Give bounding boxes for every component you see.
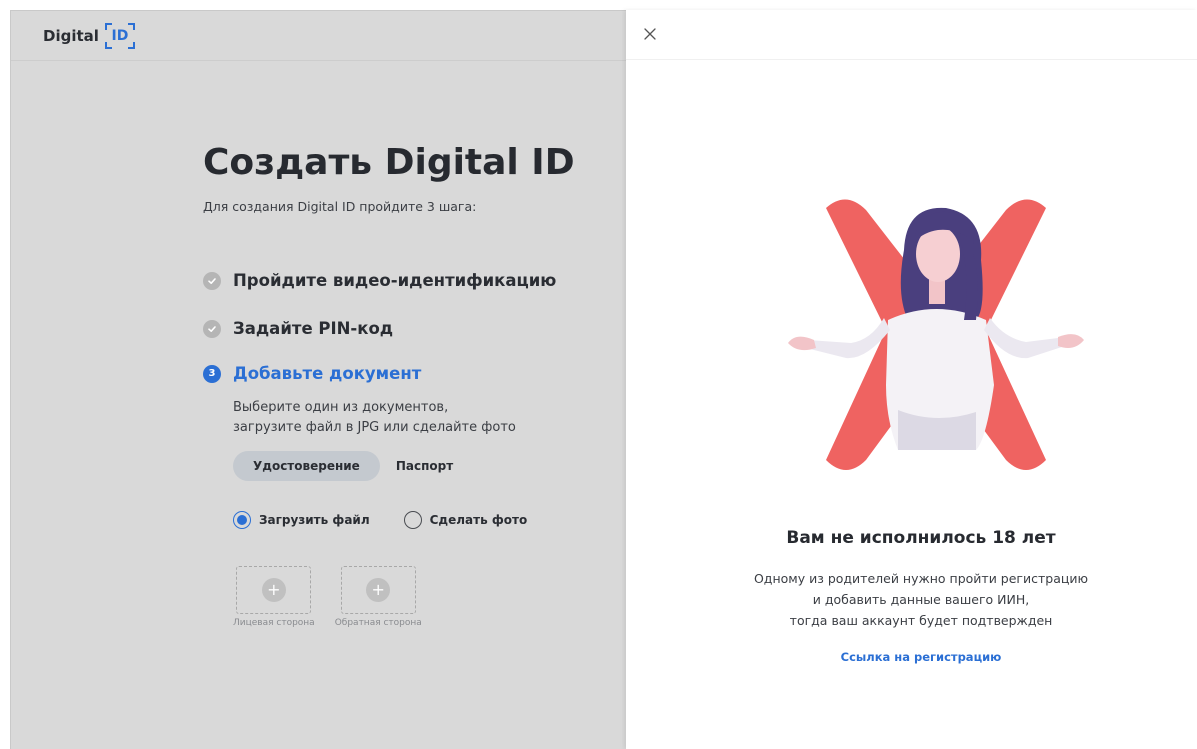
step-label: Добавьте документ: [233, 364, 422, 383]
modal-title: Вам не исполнилось 18 лет: [786, 528, 1056, 548]
step-number-badge: 3: [203, 364, 221, 383]
frame-edge: [0, 0, 10, 749]
upload-front-side: + Лицевая сторона: [233, 566, 315, 628]
page-title: Создать Digital ID: [203, 142, 575, 183]
registration-link[interactable]: Ссылка на регистрацию: [626, 650, 1197, 664]
step-add-document: 3 Добавьте документ: [203, 364, 421, 383]
frame-edge: [0, 0, 1197, 10]
logo-bracket-icon: ID: [104, 23, 135, 49]
step-label: Пройдите видео-идентификацию: [233, 271, 557, 290]
radio-take-photo[interactable]: Сделать фото: [403, 511, 528, 529]
tab-passport[interactable]: Паспорт: [380, 451, 469, 481]
radio-label: Сделать фото: [429, 513, 528, 527]
radio-upload-file[interactable]: Загрузить файл: [233, 511, 370, 529]
radio-label: Загрузить файл: [259, 513, 370, 527]
check-icon: [203, 271, 221, 290]
modal-message: Одному из родителей нужно пройти регистр…: [626, 568, 1197, 631]
upload-back-side: + Обратная сторона: [335, 566, 422, 628]
app-background: Digital ID Создать Digital ID Для создан…: [10, 10, 627, 749]
document-type-tabs: Удостоверение Паспорт: [233, 451, 469, 481]
modal-message-line: Одному из родителей нужно пройти регистр…: [753, 571, 1089, 586]
step-description-line: Выберите один из документов,: [233, 400, 449, 415]
close-icon[interactable]: [640, 24, 660, 44]
modal-message-line: и добавить данные вашего ИИН,: [812, 592, 1030, 607]
radio-checked-icon: [233, 511, 251, 529]
plus-icon: +: [366, 578, 391, 602]
step-description-line: загрузите файл в JPG или сделайте фото: [233, 420, 516, 435]
screen: Digital ID Создать Digital ID Для создан…: [0, 0, 1197, 749]
app-header: Digital ID: [11, 11, 627, 61]
upload-label: Обратная сторона: [334, 618, 422, 628]
logo[interactable]: Digital ID: [43, 23, 135, 49]
tab-id-card[interactable]: Удостоверение: [233, 451, 380, 481]
upload-dropzone-front[interactable]: +: [236, 566, 312, 614]
upload-dropzone-back[interactable]: +: [340, 566, 416, 614]
modal-topbar: [626, 10, 1197, 60]
step-label: Задайте PIN-код: [233, 319, 394, 338]
logo-id-text: ID: [111, 28, 129, 44]
logo-text: Digital: [43, 27, 99, 45]
upload-label: Лицевая сторона: [233, 618, 315, 628]
modal-message-line: тогда ваш аккаунт будет подтвержден: [789, 613, 1053, 628]
underage-modal: Вам не исполнилось 18 лет Одному из роди…: [626, 10, 1197, 749]
document-uploads: + Лицевая сторона + Обратная сторона: [233, 566, 422, 628]
page-subtitle: Для создания Digital ID пройдите 3 шага:: [203, 199, 477, 214]
radio-unchecked-icon: [403, 511, 422, 529]
plus-icon: +: [261, 578, 286, 602]
check-icon: [203, 319, 221, 338]
step-video-identification: Пройдите видео-идентификацию: [203, 271, 556, 290]
step-description: Выберите один из документов, загрузите ф…: [233, 398, 516, 438]
upload-method-radios: Загрузить файл Сделать фото: [233, 511, 527, 529]
step-pin-code: Задайте PIN-код: [203, 319, 393, 338]
shrugging-woman-illustration: [788, 199, 1084, 470]
create-digital-id-form: Создать Digital ID Для создания Digital …: [203, 141, 613, 628]
